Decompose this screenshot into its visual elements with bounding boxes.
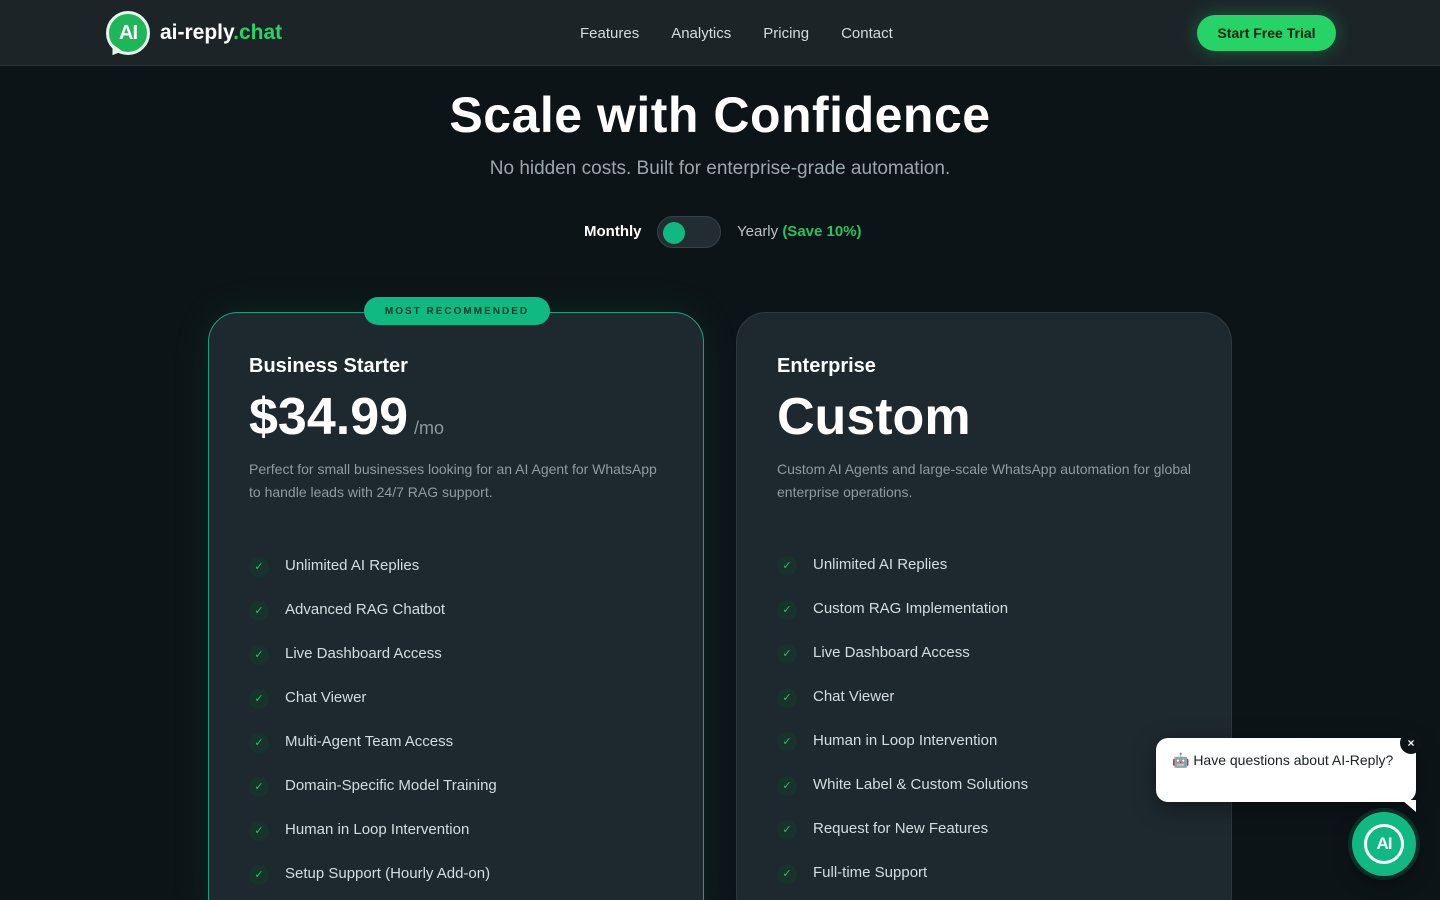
start-free-trial-button[interactable]: Start Free Trial bbox=[1197, 15, 1336, 51]
feature-item: ✓ White Label & Custom Solutions bbox=[777, 762, 1028, 806]
chat-launcher-button[interactable]: AI bbox=[1352, 812, 1416, 876]
feature-item: ✓ Live Dashboard Access bbox=[249, 631, 497, 675]
check-icon: ✓ bbox=[249, 776, 269, 797]
check-icon: ✓ bbox=[249, 820, 269, 841]
price-amount: $34.99 bbox=[249, 388, 409, 446]
check-icon: ✓ bbox=[249, 600, 269, 621]
check-icon: ✓ bbox=[249, 556, 269, 577]
plan-card-business-starter: MOST RECOMMENDED Business Starter $34.99… bbox=[208, 297, 704, 900]
check-icon: ✓ bbox=[249, 732, 269, 753]
nav-link-pricing[interactable]: Pricing bbox=[763, 25, 809, 42]
brand-logo[interactable]: AI ai-reply.chat bbox=[106, 10, 282, 56]
nav-link-contact[interactable]: Contact bbox=[841, 25, 893, 42]
most-recommended-badge: MOST RECOMMENDED bbox=[364, 297, 550, 325]
page-subtitle: No hidden costs. Built for enterprise-gr… bbox=[489, 158, 951, 179]
plan-description: Perfect for small businesses looking for… bbox=[249, 461, 657, 500]
feature-item: ✓ Human in Loop Intervention bbox=[249, 807, 497, 851]
check-icon: ✓ bbox=[777, 863, 797, 884]
check-icon: ✓ bbox=[777, 599, 797, 620]
nav-links: Features Analytics Pricing Contact bbox=[580, 0, 893, 66]
feature-list: ✓ Unlimited AI Replies ✓ Advanced RAG Chat… bbox=[249, 543, 497, 895]
plan-description: Custom AI Agents and large-scale WhatsAp… bbox=[777, 461, 1192, 500]
logo-icon: AI bbox=[106, 11, 150, 55]
monthly-label[interactable]: Monthly bbox=[584, 223, 642, 240]
logo-text: ai-reply.chat bbox=[160, 21, 283, 44]
price-amount: Custom bbox=[777, 388, 971, 446]
feature-item: ✓ Custom RAG Implementation bbox=[777, 586, 1028, 630]
feature-item: ✓ Unlimited AI Replies bbox=[249, 543, 497, 587]
check-icon: ✓ bbox=[777, 775, 797, 796]
yearly-label[interactable]: Yearly (Save 10%) bbox=[737, 223, 862, 240]
chat-logo-icon: AI bbox=[1364, 824, 1404, 864]
price-unit: /mo bbox=[414, 418, 445, 438]
check-icon: ✓ bbox=[777, 819, 797, 840]
feature-item: ✓ Setup Support (Hourly Add-on) bbox=[249, 851, 497, 895]
feature-item: ✓ Request for New Features bbox=[777, 806, 1028, 850]
nav-link-analytics[interactable]: Analytics bbox=[671, 25, 731, 42]
nav-link-features[interactable]: Features bbox=[580, 25, 639, 42]
switch-knob bbox=[663, 222, 685, 244]
feature-item: ✓ Multi-Agent Team Access bbox=[249, 719, 497, 763]
check-icon: ✓ bbox=[249, 644, 269, 665]
billing-toggle: Monthly Yearly (Save 10%) bbox=[0, 216, 1440, 248]
feature-item: ✓ Chat Viewer bbox=[249, 675, 497, 719]
chat-greeting-bubble[interactable]: 🤖 Have questions about AI-Reply? bbox=[1156, 738, 1416, 812]
feature-item: ✓ Full-time Support bbox=[777, 850, 1028, 894]
feature-item: ✓ Advanced RAG Chatbot bbox=[249, 587, 497, 631]
save-badge: (Save 10%) bbox=[782, 223, 862, 240]
check-icon: ✓ bbox=[777, 555, 797, 576]
check-icon: ✓ bbox=[777, 643, 797, 664]
plan-card-enterprise: Enterprise Custom Custom AI Agents and l… bbox=[736, 312, 1232, 900]
plan-price: $34.99 /mo bbox=[249, 387, 444, 447]
feature-item: ✓ Human in Loop Intervention bbox=[777, 718, 1028, 762]
feature-item: ✓ Domain-Specific Model Training bbox=[249, 763, 497, 807]
plan-name: Enterprise bbox=[777, 355, 876, 377]
feature-item: ✓ Chat Viewer bbox=[777, 674, 1028, 718]
check-icon: ✓ bbox=[777, 687, 797, 708]
feature-list: ✓ Unlimited AI Replies ✓ Custom RAG Implem… bbox=[777, 542, 1028, 894]
billing-period-switch[interactable] bbox=[657, 216, 721, 248]
check-icon: ✓ bbox=[249, 864, 269, 885]
check-icon: ✓ bbox=[249, 688, 269, 709]
page-title: Scale with Confidence bbox=[449, 87, 991, 143]
plan-price: Custom bbox=[777, 387, 971, 447]
close-icon[interactable]: × bbox=[1400, 732, 1422, 754]
feature-item: ✓ Live Dashboard Access bbox=[777, 630, 1028, 674]
feature-item: ✓ Unlimited AI Replies bbox=[777, 542, 1028, 586]
plan-name: Business Starter bbox=[249, 355, 408, 377]
check-icon: ✓ bbox=[777, 731, 797, 752]
top-navbar: AI ai-reply.chat Features Analytics Pric… bbox=[0, 0, 1440, 66]
